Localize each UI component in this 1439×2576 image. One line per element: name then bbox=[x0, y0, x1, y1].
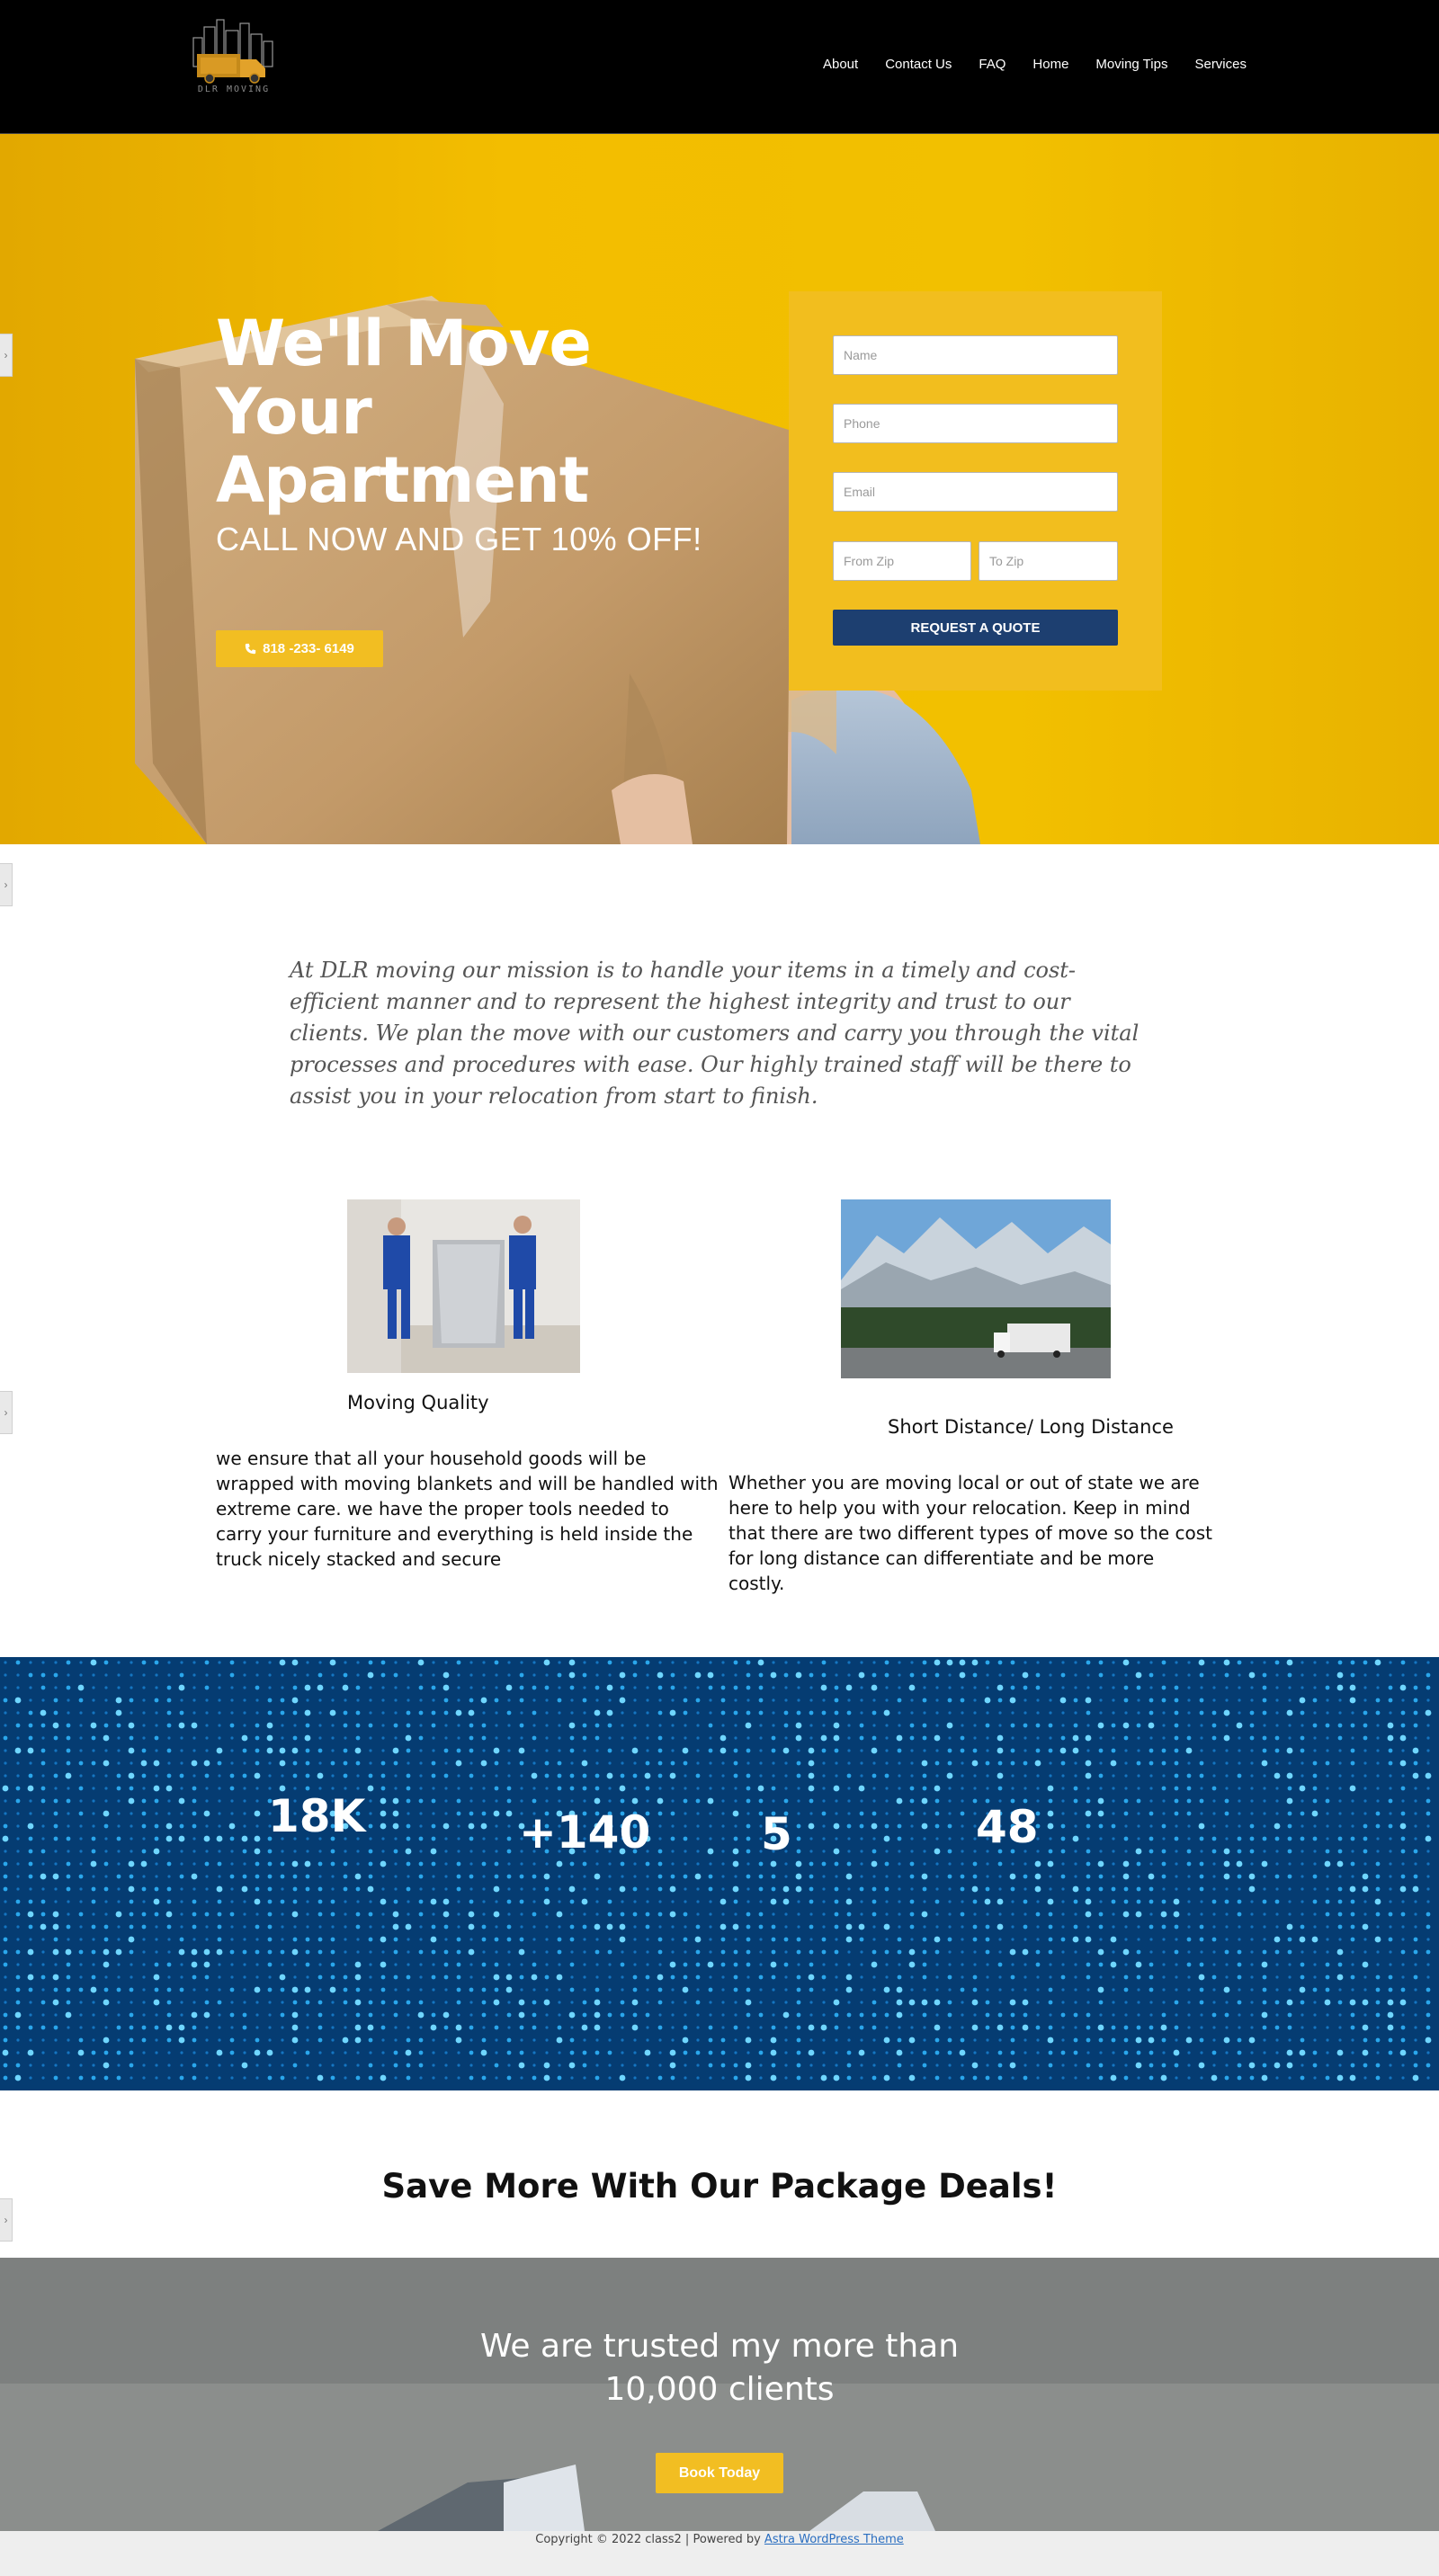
hero-title: We'll Move Your Apartment bbox=[216, 307, 592, 517]
call-now-button[interactable]: 818 -233- 6149 bbox=[216, 630, 383, 667]
feature-title-moving-quality: Moving Quality bbox=[347, 1392, 489, 1413]
nav-home[interactable]: Home bbox=[1019, 56, 1082, 74]
name-field[interactable]: Name bbox=[833, 335, 1118, 375]
feature-title-long-distance: Short Distance/ Long Distance bbox=[888, 1416, 1174, 1438]
site-footer: Copyright © 2022 class2 | Powered by Ast… bbox=[0, 2531, 1439, 2576]
site-header: DLR MOVING About Contact Us FAQ Home Mov… bbox=[0, 0, 1439, 134]
from-zip-field[interactable]: From Zip bbox=[833, 541, 971, 581]
nav-contact-us[interactable]: Contact Us bbox=[871, 56, 965, 74]
quote-form: Name Phone Email From Zip To Zip REQUEST… bbox=[789, 291, 1162, 691]
hero-section: We'll Move Your Apartment CALL NOW AND G… bbox=[0, 134, 1439, 844]
book-today-button[interactable]: Book Today bbox=[656, 2453, 783, 2493]
stats-background-image bbox=[2, 1659, 1432, 2081]
trust-title: We are trusted my more than 10,000 clien… bbox=[479, 2328, 960, 2408]
phone-number: 818 -233- 6149 bbox=[263, 641, 354, 656]
side-panel-toggle[interactable]: › bbox=[0, 863, 13, 906]
stat-value: +140 bbox=[519, 1806, 651, 1858]
logo-skyline-icon bbox=[192, 19, 273, 84]
phone-icon bbox=[245, 643, 256, 655]
hero-subtitle: CALL NOW AND GET 10% OFF! bbox=[216, 521, 702, 557]
stats-section: 18K +140 5 48 bbox=[0, 1657, 1439, 2090]
stat-value: 18K bbox=[268, 1790, 366, 1842]
nav-about[interactable]: About bbox=[809, 56, 871, 74]
theme-link[interactable]: Astra WordPress Theme bbox=[764, 2533, 904, 2546]
feature-text-long-distance: Whether you are moving local or out of s… bbox=[728, 1472, 1213, 1594]
mission-statement: At DLR moving our mission is to handle y… bbox=[290, 958, 1140, 1109]
copyright-text: Copyright © 2022 class2 | Powered by bbox=[535, 2533, 764, 2546]
request-quote-button[interactable]: REQUEST A QUOTE bbox=[833, 610, 1118, 646]
nav-faq[interactable]: FAQ bbox=[965, 56, 1019, 74]
nav-services[interactable]: Services bbox=[1181, 56, 1247, 74]
trust-section: We are trusted my more than 10,000 clien… bbox=[0, 2258, 1439, 2531]
stat-value: 48 bbox=[976, 1801, 1039, 1853]
stat-value: 5 bbox=[761, 1808, 792, 1860]
feature-text-moving-quality: we ensure that all your household goods … bbox=[216, 1448, 719, 1570]
package-deals-title: Save More With Our Package Deals! bbox=[381, 2167, 1058, 2206]
phone-field[interactable]: Phone bbox=[833, 404, 1118, 443]
side-panel-toggle[interactable]: › bbox=[0, 1391, 13, 1434]
nav-moving-tips[interactable]: Moving Tips bbox=[1082, 56, 1181, 74]
long-distance-image bbox=[841, 1199, 1111, 1378]
to-zip-field[interactable]: To Zip bbox=[979, 541, 1118, 581]
main-nav: About Contact Us FAQ Home Moving Tips Se… bbox=[809, 56, 1247, 74]
logo-text: DLR MOVING bbox=[197, 85, 271, 94]
side-panel-toggle[interactable]: › bbox=[0, 334, 13, 377]
site-logo[interactable]: DLR MOVING bbox=[184, 18, 283, 101]
moving-quality-image bbox=[347, 1199, 580, 1373]
email-field[interactable]: Email bbox=[833, 472, 1118, 512]
